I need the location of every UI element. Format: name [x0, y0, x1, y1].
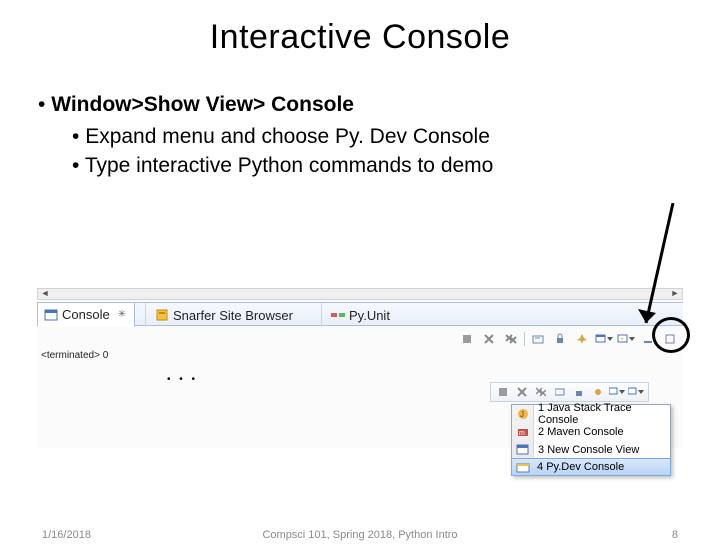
footer-center: Compsci 101, Spring 2018, Python Intro — [0, 529, 720, 541]
java-icon: J — [516, 407, 530, 421]
tab-separator — [145, 303, 146, 327]
mini-open-console-dropdown-icon[interactable] — [628, 384, 644, 400]
bullet-sub-2: Type interactive Python commands to demo — [72, 152, 720, 180]
bullet-list: Window>Show View> Console Expand menu an… — [38, 91, 720, 180]
scroll-lock-icon[interactable] — [551, 330, 569, 348]
tab-pyunit-label: Py.Unit — [349, 308, 390, 323]
console-toolbar: + — [454, 328, 683, 350]
view-tab-bar: Console ✳ Snarfer Site Browser Py.Unit — [37, 302, 683, 326]
svg-text:m: m — [519, 430, 525, 437]
tab-console-label: Console — [62, 307, 110, 322]
open-console-menu: J 1 Java Stack Trace Console m 2 Maven C… — [511, 404, 671, 476]
svg-text:J: J — [520, 410, 524, 419]
mini-toolbar — [490, 382, 649, 402]
menu-item-label: 2 Maven Console — [538, 426, 624, 438]
open-console-dropdown-icon[interactable]: + — [617, 330, 635, 348]
menu-item-java-stack-trace[interactable]: J 1 Java Stack Trace Console — [512, 405, 670, 423]
menu-item-maven-console[interactable]: m 2 Maven Console — [512, 423, 670, 441]
menu-item-label: 3 New Console View — [538, 444, 639, 456]
maven-icon: m — [516, 425, 530, 439]
mini-terminate-icon[interactable] — [495, 384, 511, 400]
mini-remove-all-icon[interactable] — [533, 384, 549, 400]
menu-item-new-console-view[interactable]: 3 New Console View — [512, 441, 670, 459]
mini-pin-icon[interactable] — [590, 384, 606, 400]
remove-launch-icon[interactable] — [480, 330, 498, 348]
bullet-main: Window>Show View> Console — [38, 91, 720, 119]
horizontal-scrollbar[interactable]: ◄ ► — [37, 288, 683, 300]
mini-scroll-lock-icon[interactable] — [571, 384, 587, 400]
minimize-icon[interactable] — [639, 330, 657, 348]
pin-console-icon[interactable] — [573, 330, 591, 348]
tab-snarfer-label: Snarfer Site Browser — [173, 308, 293, 323]
window-icon — [516, 443, 530, 457]
clear-console-icon[interactable] — [529, 330, 547, 348]
menu-item-pydev-console[interactable]: 4 Py.Dev Console — [511, 458, 671, 476]
tab-console[interactable]: Console ✳ — [37, 302, 135, 327]
tab-snarfer[interactable]: Snarfer Site Browser — [149, 303, 301, 327]
svg-text:+: + — [620, 336, 624, 343]
sparkle-icon: ✳ — [118, 309, 126, 320]
footer-page-number: 8 — [672, 529, 678, 541]
mini-remove-icon[interactable] — [514, 384, 530, 400]
scroll-right-icon[interactable]: ► — [668, 288, 682, 300]
tab-pyunit[interactable]: Py.Unit — [325, 303, 398, 327]
terminated-text: <terminated> 0 — [41, 350, 108, 361]
slide: Interactive Console Window>Show View> Co… — [0, 18, 720, 558]
snarfer-icon — [155, 308, 169, 322]
display-console-icon[interactable] — [595, 330, 613, 348]
remove-all-icon[interactable] — [502, 330, 520, 348]
console-icon — [44, 308, 58, 322]
ellipsis: • • • — [167, 374, 198, 385]
slide-title: Interactive Console — [0, 18, 720, 57]
menu-item-label: 4 Py.Dev Console — [537, 461, 624, 473]
ide-screenshot: ◄ ► Console ✳ Snarfer Site Browser — [37, 288, 683, 448]
separator — [524, 332, 525, 346]
tab-separator — [321, 303, 322, 327]
bullet-sub-1: Expand menu and choose Py. Dev Console — [72, 123, 720, 151]
scroll-left-icon[interactable]: ◄ — [38, 288, 52, 300]
mini-display-icon[interactable] — [609, 384, 625, 400]
pyunit-icon — [331, 308, 345, 322]
pydev-icon — [516, 461, 530, 475]
maximize-icon[interactable] — [661, 330, 679, 348]
mini-clear-icon[interactable] — [552, 384, 568, 400]
slide-footer: 1/16/2018 Compsci 101, Spring 2018, Pyth… — [0, 526, 720, 544]
terminate-icon[interactable] — [458, 330, 476, 348]
footer-date: 1/16/2018 — [42, 529, 91, 541]
